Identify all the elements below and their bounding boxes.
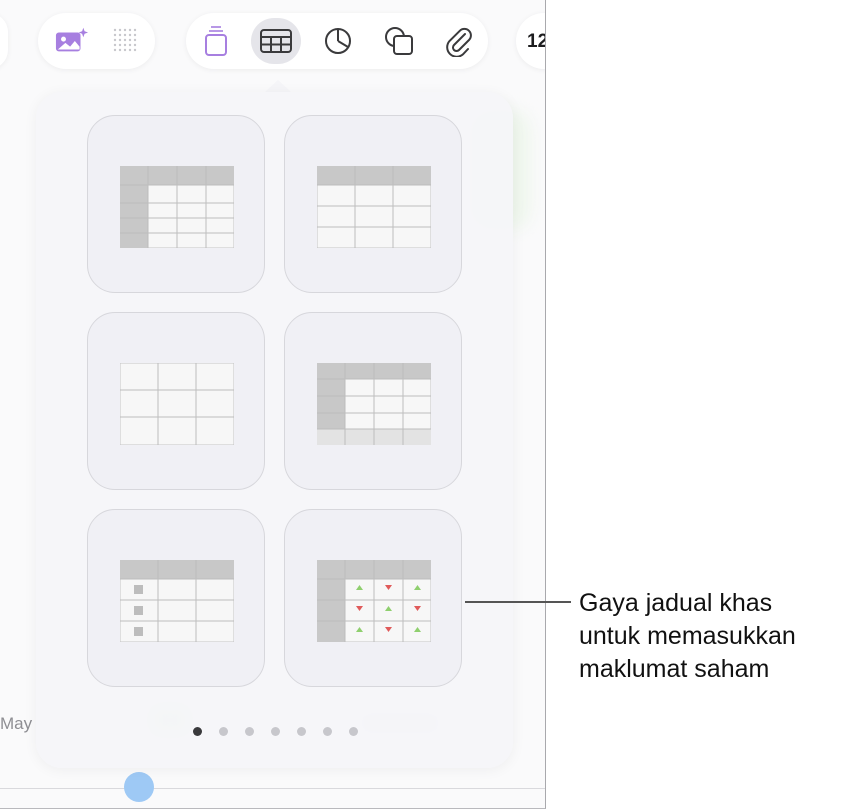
text-box-icon[interactable] [199,24,233,58]
timeline-track [0,788,545,789]
chart-icon[interactable] [321,24,355,58]
table-style-checklist[interactable] [87,509,265,687]
table-style-header-row-column[interactable] [87,115,265,293]
table-style-preview [317,363,431,445]
page-dot[interactable] [349,726,358,736]
toolbar-group-offscreen [0,13,8,69]
page-dot[interactable] [219,726,228,736]
page-indicator[interactable] [193,725,358,737]
callout-line: Gaya jadual khas [579,589,773,617]
grid-dots-icon[interactable] [109,24,143,58]
page-dot[interactable] [245,726,254,736]
attachment-icon[interactable] [442,24,476,58]
callout-leader-line [465,601,571,603]
table-style-preview [120,560,234,642]
table-style-preview [120,363,234,445]
table-style-header-row[interactable] [284,115,462,293]
callout-text: Gaya jadual khas untuk memasukkan maklum… [579,587,841,686]
table-style-plain[interactable] [87,312,265,490]
page-dot[interactable] [323,726,332,736]
table-icon[interactable] [259,24,293,58]
page-dot[interactable] [271,726,280,736]
table-style-header-row-column-footer[interactable] [284,312,462,490]
format-number-label[interactable]: 12 [527,31,545,53]
table-style-preview [317,560,431,642]
page-dot[interactable] [193,726,202,736]
media-icon[interactable] [55,24,89,58]
callout-line: untuk memasukkan [579,622,796,650]
shape-icon[interactable] [382,24,416,58]
month-label: May [0,714,33,733]
table-style-preview [120,166,234,248]
table-style-stock[interactable] [284,509,462,687]
app-screen: May 1 [0,0,546,809]
timeline-knob[interactable] [124,772,154,802]
table-style-preview [317,166,431,248]
callout-line: maklumat saham [579,655,770,683]
page-dot[interactable] [297,726,306,736]
